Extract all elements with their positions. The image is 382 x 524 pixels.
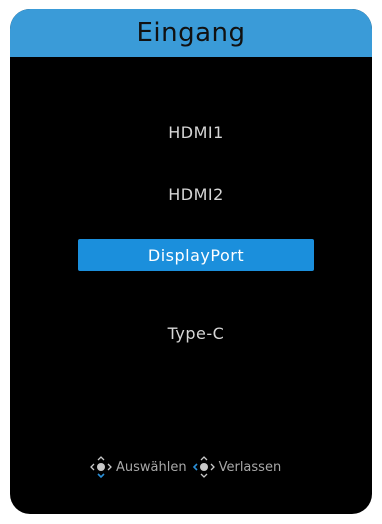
footer-hints: Auswählen Verlassen <box>88 452 285 482</box>
input-option-hdmi1[interactable]: HDMI1 <box>78 116 314 148</box>
menu-header: Eingang <box>10 9 372 57</box>
joystick-icon <box>192 456 215 478</box>
input-option-label: HDMI2 <box>168 184 224 204</box>
input-option-hdmi2[interactable]: HDMI2 <box>78 178 314 210</box>
osd-panel: Eingang HDMI1 HDMI2 DisplayPort Type-C A… <box>10 9 372 514</box>
select-hint-label: Auswählen <box>116 459 187 475</box>
exit-hint-label: Verlassen <box>218 459 282 475</box>
input-option-label: Type-C <box>167 323 225 343</box>
input-option-type-c[interactable]: Type-C <box>78 317 314 349</box>
input-option-label: DisplayPort <box>147 245 245 265</box>
menu-title: Eingang <box>136 18 246 48</box>
joystick-icon <box>90 456 112 479</box>
input-option-label: HDMI1 <box>168 122 224 142</box>
input-option-displayport[interactable]: DisplayPort <box>78 239 314 271</box>
